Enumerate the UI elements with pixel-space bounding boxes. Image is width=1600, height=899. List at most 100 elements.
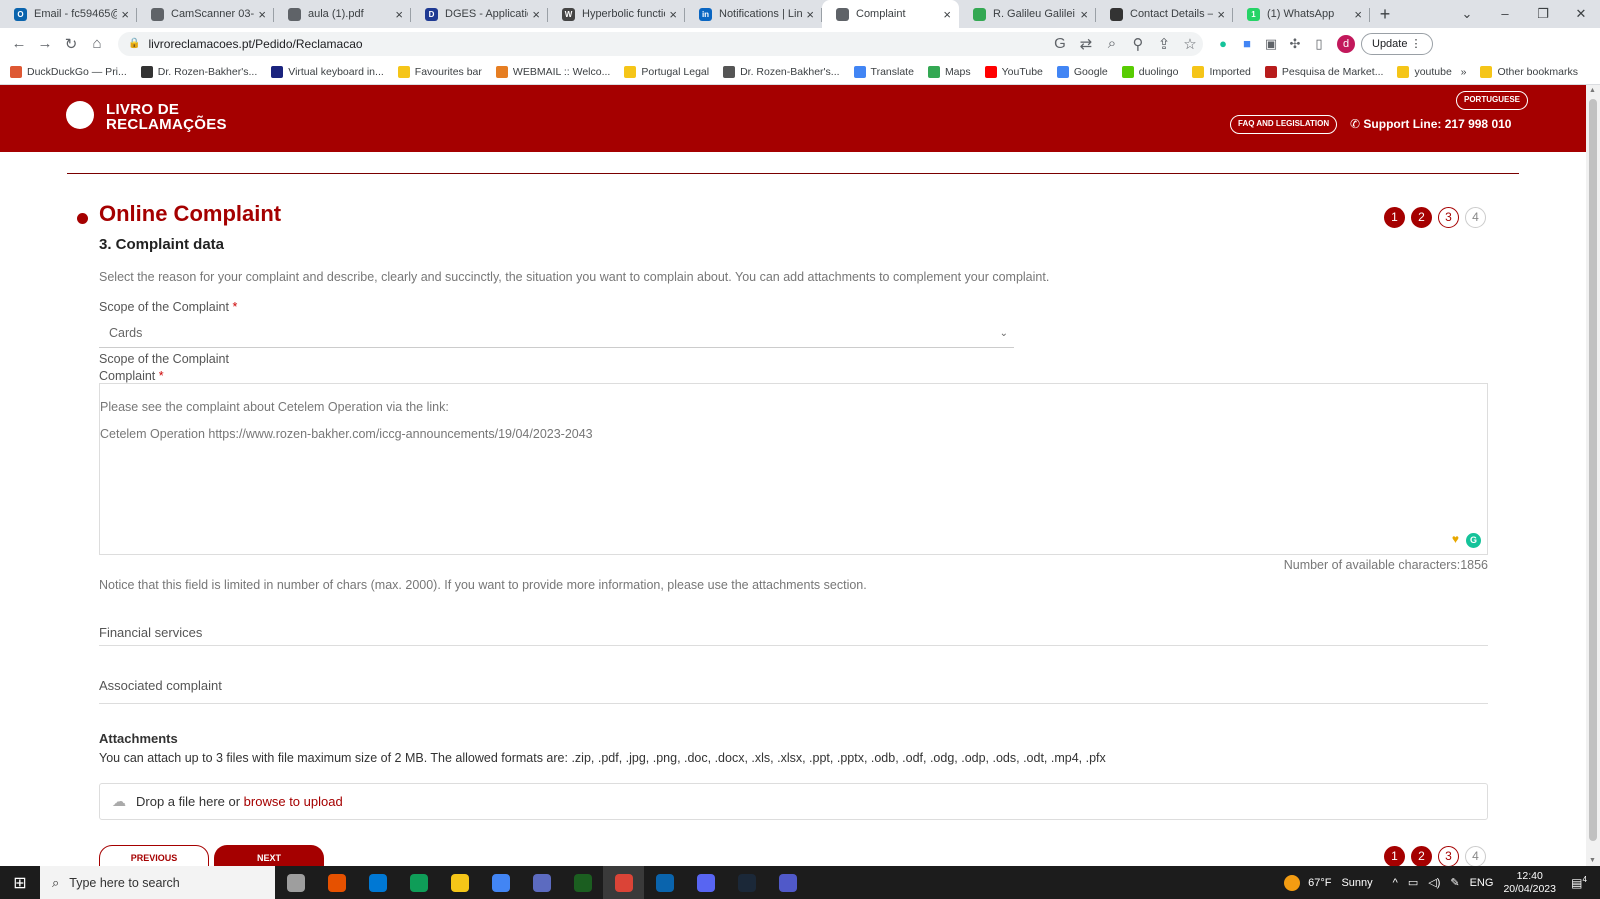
forward-icon[interactable]: →: [32, 35, 58, 52]
extensions-puzzle-icon[interactable]: ✣: [1283, 36, 1307, 52]
back-icon[interactable]: ←: [6, 35, 32, 52]
tray-chevron-icon[interactable]: ^: [1393, 877, 1398, 889]
close-tab-icon[interactable]: ×: [258, 7, 266, 22]
scroll-up-icon[interactable]: ▲: [1589, 87, 1596, 94]
bookmarks-overflow-icon[interactable]: »: [1461, 66, 1467, 78]
bookmark-item[interactable]: Favourites bar: [397, 65, 482, 78]
taskbar-outlook-icon[interactable]: [644, 866, 685, 899]
update-button[interactable]: Update ⋮: [1361, 32, 1433, 55]
bookmark-item[interactable]: duolingo: [1121, 65, 1178, 78]
bookmark-item[interactable]: Maps: [927, 65, 971, 78]
close-tab-icon[interactable]: ×: [395, 7, 403, 22]
translate-extension-icon[interactable]: ■: [1235, 36, 1259, 51]
close-tab-icon[interactable]: ×: [806, 7, 814, 22]
site-logo[interactable]: LIVRO DE RECLAMAÇÕES: [106, 102, 227, 132]
grammarly-extension-icon[interactable]: ●: [1211, 36, 1235, 51]
reload-icon[interactable]: ↻: [58, 35, 84, 53]
taskbar-mail-icon[interactable]: [357, 866, 398, 899]
network-icon[interactable]: ▭: [1408, 876, 1418, 889]
location-icon[interactable]: ⚲: [1125, 35, 1151, 53]
tab-search-icon[interactable]: ⌄: [1448, 0, 1486, 28]
step-3[interactable]: 3: [1438, 207, 1459, 228]
step-3[interactable]: 3: [1438, 846, 1459, 867]
taskbar-teams-icon[interactable]: [767, 866, 808, 899]
bookmark-item[interactable]: Google: [1056, 65, 1108, 78]
profile-avatar[interactable]: d: [1337, 34, 1355, 53]
lock-icon[interactable]: 🔒: [128, 38, 140, 49]
bookmark-item[interactable]: Dr. Rozen-Bakher's...: [723, 65, 840, 78]
scroll-thumb[interactable]: [1589, 99, 1597, 841]
minimize-icon[interactable]: –: [1486, 0, 1524, 28]
browser-tab[interactable]: W Hyperbolic function ×: [548, 0, 685, 28]
associated-complaint-field[interactable]: Associated complaint: [99, 678, 222, 693]
zoom-icon[interactable]: ⌕: [1099, 35, 1125, 53]
taskbar-task-view-icon[interactable]: [275, 866, 316, 899]
close-tab-icon[interactable]: ×: [121, 7, 129, 22]
restore-icon[interactable]: ❐: [1524, 0, 1562, 28]
browser-tab[interactable]: CamScanner 03-27×: [137, 0, 274, 28]
clock[interactable]: 12:40 20/04/2023: [1503, 870, 1556, 896]
browser-tab[interactable]: Contact Details — ×: [1096, 0, 1233, 28]
taskbar-discord-icon[interactable]: [685, 866, 726, 899]
bookmark-star-icon[interactable]: ☆: [1177, 35, 1203, 53]
grammarly-icon[interactable]: G: [1466, 533, 1481, 548]
taskbar-store-icon[interactable]: [480, 866, 521, 899]
clipboard-extension-icon[interactable]: ▣: [1259, 36, 1283, 52]
new-tab-button[interactable]: +: [1370, 0, 1400, 28]
taskbar-app-orange-icon[interactable]: [316, 866, 357, 899]
step-4[interactable]: 4: [1465, 846, 1486, 867]
scope-select[interactable]: Cards ⌄: [99, 322, 1014, 348]
share-icon[interactable]: ⇪: [1151, 35, 1177, 53]
address-bar[interactable]: 🔒 livroreclamacoes.pt/Pedido/Reclamacao …: [118, 31, 1203, 56]
bookmark-item[interactable]: YouTube: [984, 65, 1043, 78]
page-scrollbar[interactable]: ▲ ▼: [1586, 85, 1600, 866]
step-2[interactable]: 2: [1411, 846, 1432, 867]
bookmark-item[interactable]: Dr. Rozen-Bakher's...: [140, 65, 257, 78]
close-tab-icon[interactable]: ×: [943, 7, 951, 22]
file-dropzone[interactable]: ☁ Drop a file here or browse to upload: [99, 783, 1488, 820]
bookmark-item[interactable]: Imported: [1192, 65, 1251, 78]
faq-button[interactable]: FAQ AND LEGISLATION: [1230, 115, 1338, 134]
taskbar-search[interactable]: ⌕ Type here to search: [40, 866, 275, 899]
step-2[interactable]: 2: [1411, 207, 1432, 228]
browser-tab[interactable]: O Email - fc59465@a ×: [0, 0, 137, 28]
language-button[interactable]: PORTUGUESE: [1456, 91, 1529, 110]
step-1[interactable]: 1: [1384, 207, 1405, 228]
browser-tab[interactable]: aula (1).pdf ×: [274, 0, 411, 28]
emoji-icon[interactable]: ♥: [1452, 532, 1459, 546]
bookmark-item[interactable]: youtube: [1397, 65, 1452, 78]
taskbar-chrome-icon[interactable]: [603, 866, 644, 899]
notification-icon[interactable]: ▤4: [1570, 875, 1588, 890]
volume-icon[interactable]: ◁): [1428, 876, 1440, 889]
taskbar-edge-icon[interactable]: [398, 866, 439, 899]
taskbar-file-explorer-icon[interactable]: [439, 866, 480, 899]
close-tab-icon[interactable]: ×: [1354, 7, 1362, 22]
home-icon[interactable]: ⌂: [84, 35, 110, 52]
bookmark-item[interactable]: WEBMAIL :: Welco...: [495, 65, 610, 78]
step-4[interactable]: 4: [1465, 207, 1486, 228]
browser-tab[interactable]: R. Galileu Galilei 2 ×: [959, 0, 1096, 28]
close-window-icon[interactable]: ✕: [1562, 0, 1600, 28]
bookmark-item[interactable]: Translate: [853, 65, 914, 78]
financial-services-field[interactable]: Financial services: [99, 625, 202, 640]
browser-tab[interactable]: 1 (1) WhatsApp ×: [1233, 0, 1370, 28]
google-icon[interactable]: G: [1047, 35, 1073, 53]
browser-tab[interactable]: D DGES - Application ×: [411, 0, 548, 28]
weather-icon[interactable]: [1284, 874, 1301, 891]
step-1[interactable]: 1: [1384, 846, 1405, 867]
language-indicator[interactable]: ENG: [1470, 877, 1494, 889]
taskbar-steam-icon[interactable]: [726, 866, 767, 899]
pen-icon[interactable]: ✎: [1450, 876, 1459, 889]
scroll-down-icon[interactable]: ▼: [1589, 857, 1596, 864]
browser-tab[interactable]: in Notifications | Link ×: [685, 0, 822, 28]
close-tab-icon[interactable]: ×: [1080, 7, 1088, 22]
other-bookmarks[interactable]: Other bookmarks: [1480, 66, 1578, 78]
bookmark-item[interactable]: DuckDuckGo — Pri...: [10, 65, 127, 78]
browser-tab[interactable]: Complaint ×: [822, 0, 959, 28]
weather-temp[interactable]: 67°F: [1308, 877, 1331, 889]
translate-icon[interactable]: ⇄: [1073, 35, 1099, 53]
complaint-textarea[interactable]: Please see the complaint about Cetelem O…: [99, 383, 1488, 555]
close-tab-icon[interactable]: ×: [669, 7, 677, 22]
side-panel-icon[interactable]: ▯: [1307, 36, 1331, 52]
close-tab-icon[interactable]: ×: [1217, 7, 1225, 22]
